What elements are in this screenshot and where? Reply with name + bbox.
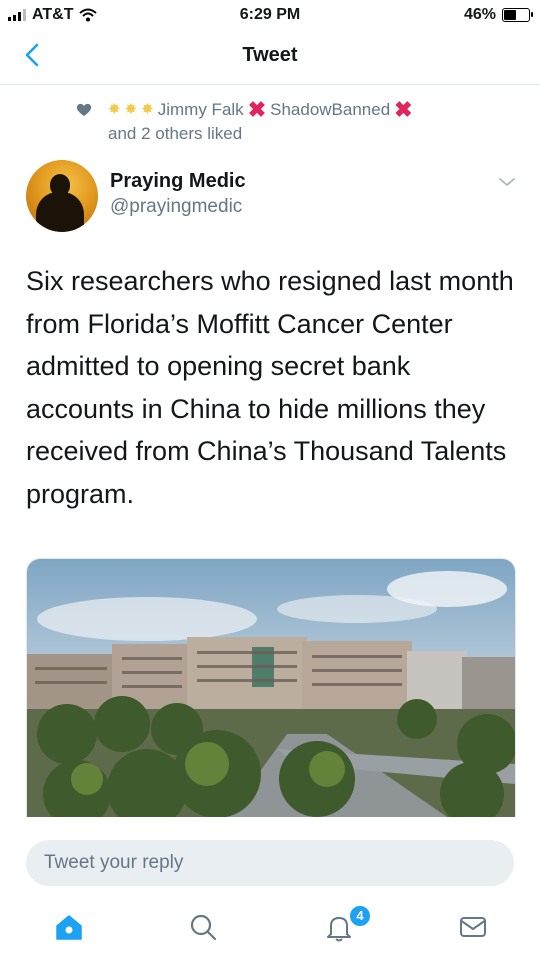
author-name[interactable]: Praying Medic: [110, 170, 246, 193]
liked-by-context[interactable]: ✸ ✸ ✸ Jimmy Falk ✖ ShadowBanned ✖ and 2 ot…: [76, 98, 516, 146]
home-icon[interactable]: [54, 912, 84, 942]
status-bar: AT&T 6:29 PM 46%: [0, 0, 540, 30]
tab-bar: [0, 900, 540, 960]
avatar[interactable]: [26, 160, 98, 232]
battery-percent: 46%: [463, 6, 496, 23]
search-icon[interactable]: [188, 912, 218, 942]
messages-envelope-icon[interactable]: [458, 912, 488, 942]
star-icon: ✸: [124, 101, 138, 118]
chevron-down-icon[interactable]: [498, 176, 516, 188]
tweet-image[interactable]: [26, 558, 516, 817]
cross-mark-icon: ✖: [247, 97, 267, 122]
battery-icon: [502, 8, 533, 22]
star-icon: ✸: [108, 101, 121, 118]
liker-name: Jimmy Falk: [157, 100, 244, 119]
cross-mark-icon: ✖: [394, 97, 413, 122]
clock: 6:29 PM: [239, 6, 301, 23]
author-handle[interactable]: @prayingmedic: [110, 196, 242, 218]
liker-suffix: ShadowBanned: [270, 100, 391, 119]
battery-group: 46%: [463, 6, 533, 24]
page-title: Tweet: [242, 44, 298, 66]
reply-input[interactable]: Tweet your reply: [26, 840, 514, 886]
star-icon: ✸: [141, 101, 154, 118]
nav-bar: Tweet: [0, 30, 540, 85]
reply-placeholder: Tweet your reply: [44, 852, 184, 873]
heart-icon: [76, 103, 92, 116]
notifications-badge: 4: [348, 904, 372, 928]
liked-by-text: and 2 others liked: [108, 124, 243, 143]
tweet-text: Six researchers who resigned last month …: [26, 266, 514, 509]
